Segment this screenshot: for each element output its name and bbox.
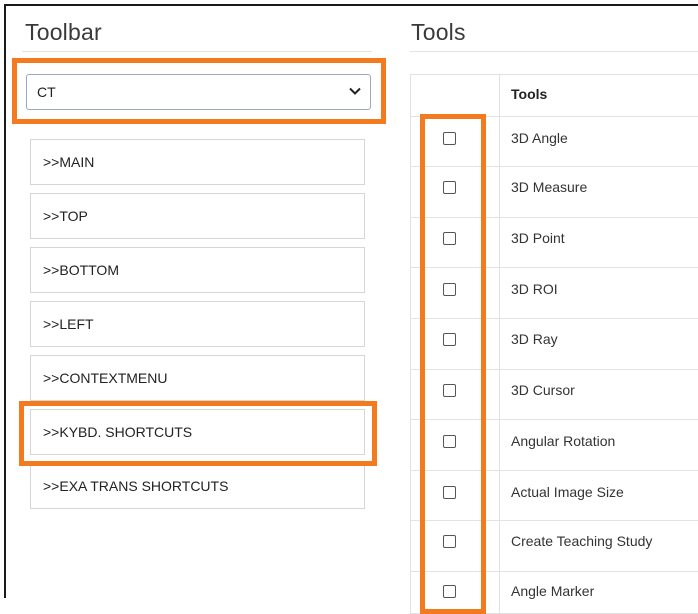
modality-select-value: CT	[37, 84, 56, 100]
toolbar-item[interactable]: >>EXA TRANS SHORTCUTS	[30, 463, 365, 509]
toolbar-item-label: >>MAIN	[43, 154, 95, 170]
tool-row-label: Actual Image Size	[511, 484, 624, 500]
tool-row-label: Angle Marker	[511, 583, 595, 599]
toolbar-item[interactable]: >>BOTTOM	[30, 247, 365, 293]
toolbar-item-label: >>CONTEXTMENU	[43, 370, 168, 386]
toolbar-title-divider	[22, 51, 372, 52]
toolbar-item[interactable]: >>CONTEXTMENU	[30, 355, 365, 401]
toolbar-item-label: >>TOP	[43, 208, 88, 224]
tools-title-divider	[410, 51, 698, 52]
tools-column-header: Tools	[511, 86, 548, 102]
tool-row-label: 3D Cursor	[511, 382, 575, 398]
kybd-shortcuts-highlight	[19, 401, 377, 466]
toolbar-section-title: Toolbar	[25, 19, 102, 45]
checkbox-column-highlight	[420, 114, 486, 614]
toolbar-item[interactable]: >>TOP	[30, 193, 365, 239]
toolbar-item[interactable]: >>LEFT	[30, 301, 365, 347]
tool-row-label: 3D ROI	[511, 281, 558, 297]
tool-row-label: 3D Angle	[511, 130, 568, 146]
toolbar-item[interactable]: >>MAIN	[30, 139, 365, 185]
toolbar-item-label: >>BOTTOM	[43, 262, 119, 278]
tool-row-label: 3D Point	[511, 230, 565, 246]
tool-row-label: 3D Measure	[511, 179, 588, 195]
tool-row-label: 3D Ray	[511, 331, 558, 347]
toolbar-item-label: >>EXA TRANS SHORTCUTS	[43, 478, 229, 494]
modality-select[interactable]: CT	[26, 74, 371, 110]
tool-row-label: Angular Rotation	[511, 433, 616, 449]
tools-section-title: Tools	[411, 19, 466, 45]
tools-table-column-divider	[499, 74, 500, 614]
tool-row-label: Create Teaching Study	[511, 533, 653, 549]
toolbar-item-label: >>LEFT	[43, 316, 94, 332]
chevron-down-icon	[349, 87, 361, 95]
